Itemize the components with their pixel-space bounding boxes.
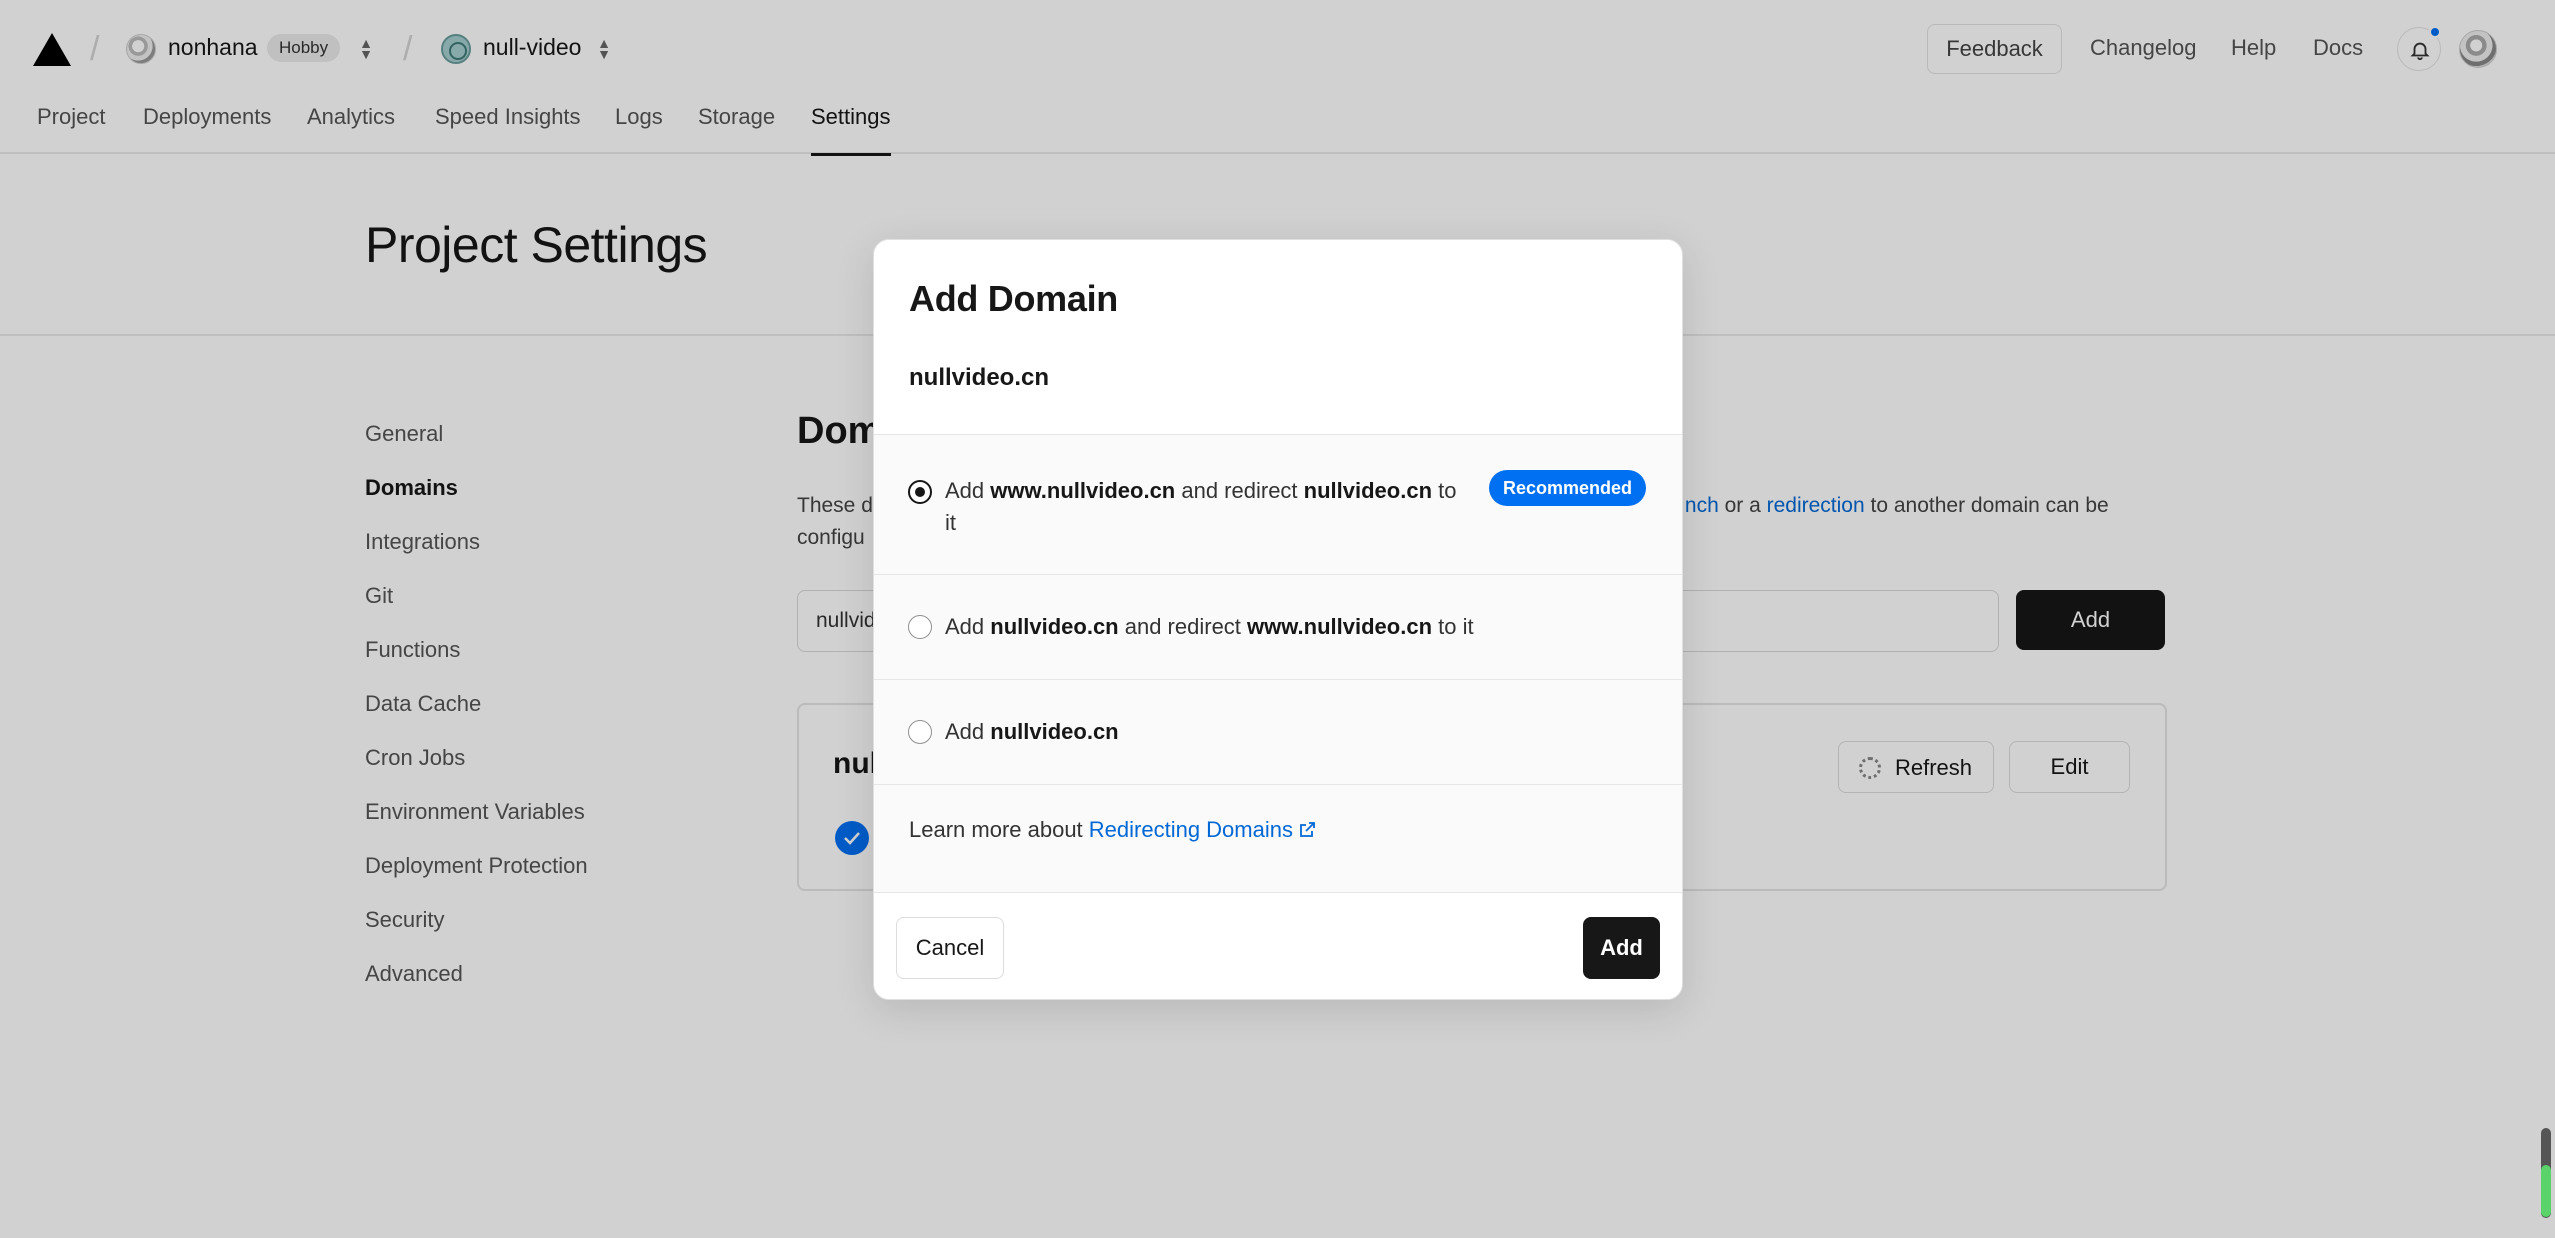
option-add-apex-redirect[interactable]: Add nullvideo.cn and redirect www.nullvi… bbox=[874, 575, 1682, 680]
confirm-add-button[interactable]: Add bbox=[1583, 917, 1660, 979]
external-link-icon bbox=[1300, 822, 1315, 837]
modal-footer: Cancel Add bbox=[874, 892, 1682, 999]
option-label: Add nullvideo.cn and redirect www.nullvi… bbox=[945, 614, 1474, 639]
recommended-badge: Recommended bbox=[1489, 470, 1647, 506]
modal-title: Add Domain bbox=[909, 278, 1118, 319]
radio-add-only[interactable] bbox=[908, 720, 932, 744]
modal-header: Add Domain nullvideo.cn bbox=[874, 240, 1682, 435]
cancel-button[interactable]: Cancel bbox=[896, 917, 1004, 979]
radio-add-apex-redirect[interactable] bbox=[908, 615, 932, 639]
option-label: Add nullvideo.cn bbox=[945, 719, 1119, 744]
option-label: Add www.nullvideo.cn and redirect nullvi… bbox=[945, 478, 1457, 535]
modal-domain-name: nullvideo.cn bbox=[909, 364, 1050, 391]
radio-add-www-redirect[interactable] bbox=[908, 480, 932, 504]
option-add-www-redirect[interactable]: Add www.nullvideo.cn and redirect nullvi… bbox=[874, 435, 1682, 575]
redirecting-domains-link[interactable]: Redirecting Domains bbox=[1089, 817, 1293, 842]
scrollbar-thumb[interactable] bbox=[2541, 1165, 2551, 1217]
option-add-only[interactable]: Add nullvideo.cn bbox=[874, 680, 1682, 785]
learn-more-text: Learn more about Redirecting Domains bbox=[909, 817, 1317, 843]
add-domain-modal: Add Domain nullvideo.cn Add www.nullvide… bbox=[873, 239, 1683, 1000]
